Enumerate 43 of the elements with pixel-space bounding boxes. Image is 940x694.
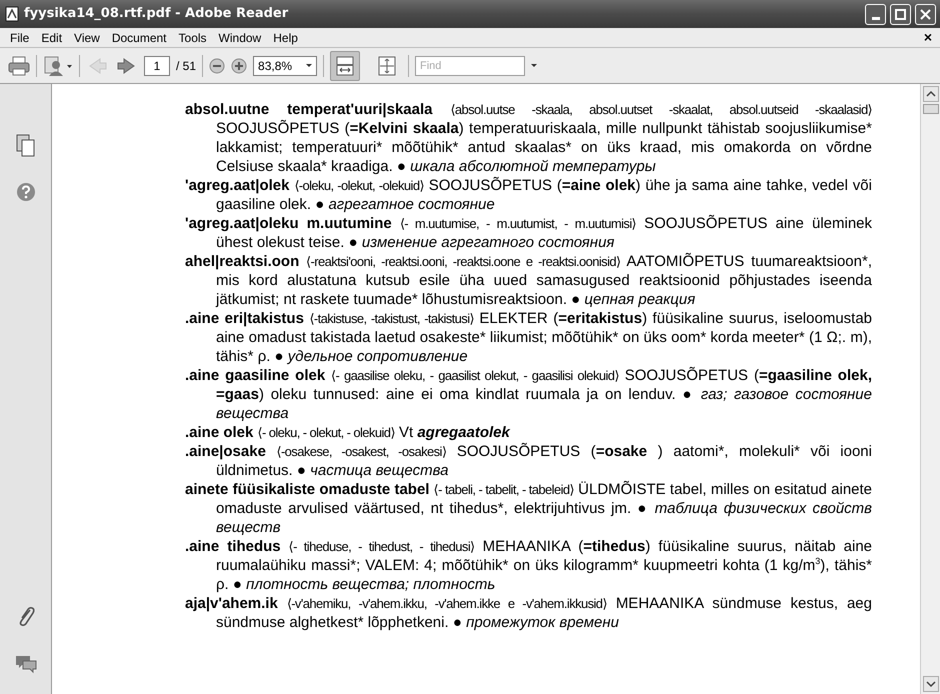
caret-icon xyxy=(306,64,312,67)
menu-item[interactable]: View xyxy=(68,28,106,46)
close-icon xyxy=(920,8,931,20)
help-icon[interactable] xyxy=(16,182,36,202)
close-document-button[interactable]: × xyxy=(920,27,936,48)
window-title: fyysika14_08.rtf.pdf - Adobe Reader xyxy=(24,5,290,24)
zoom-out-icon[interactable] xyxy=(209,58,226,74)
caret-icon[interactable] xyxy=(531,64,538,67)
fit-page-icon xyxy=(376,54,398,76)
dictionary-entry: 'agreg.aat|olek ⟨-oleku, -olekut, -olekuid⟩ SOOJUSÕPETUS (=aine olek) ühe ja sama aine tahke, vedel või gaasiline olek. ● агрегатное состояние xyxy=(185,176,872,214)
print-icon[interactable] xyxy=(8,54,30,76)
menu-item[interactable]: Window xyxy=(212,28,268,46)
maximize-button[interactable] xyxy=(890,4,911,24)
dictionary-entry: ainete füüsikaliste omaduste tabel ⟨- tabeli, - tabelit, - tabeleid⟩ ÜLDMÕISTE tabel, milles on esitatud ainete omaduste arvulised väärtused, nt tihedus*, elektrijuhtivus jm. ● таблица физических свойств веществ xyxy=(185,480,872,537)
page-count: / 51 xyxy=(176,58,196,74)
fit-width-button[interactable] xyxy=(330,50,360,80)
menu-item[interactable]: Help xyxy=(267,28,304,46)
menu-item[interactable]: File xyxy=(4,28,36,46)
comments-icon[interactable] xyxy=(14,654,38,674)
scroll-up-icon[interactable] xyxy=(922,86,938,102)
dictionary-entry: .aine eri|takistus ⟨-takistuse, -takistust, -takistusi⟩ ELEKTER (=eritakistus) füüsikaline suurus, iseloomustab aine omadust takistada laetud osakeste* liikumist; mõõtühik* on üks oom* korda meeter* (1 Ω;. m), tähis* ρ. ● удельное сопротивление xyxy=(185,309,872,366)
close-button[interactable] xyxy=(915,4,936,24)
page-number-field[interactable]: 1 xyxy=(144,56,170,76)
zoom-in-icon[interactable] xyxy=(231,58,248,74)
scrollbar[interactable] xyxy=(920,84,940,694)
pages-icon[interactable] xyxy=(16,134,36,158)
minimize-icon xyxy=(872,16,880,20)
people-icon[interactable] xyxy=(43,54,73,76)
document-icon xyxy=(4,6,20,22)
dictionary-entry: ahel|reaktsi.oon ⟨-reaktsi'ooni, -reaktsi.ooni, -reaktsi.oone e -reaktsi.oonisid⟩ AATOMIÕPETUS tuumareaktsioon*, mis kord alustatuna kutsub esile üha uued samasugused reaktsioonid põhjustades iseenda jätkumist; nt raskete tuumade* lõhustumisreaktsioon. ● цепная реакция xyxy=(185,252,872,309)
menu-item[interactable]: Edit xyxy=(35,28,68,46)
menu-item[interactable]: Document xyxy=(106,28,173,46)
dictionary-entry: .aine olek ⟨- oleku, - olekut, - olekuid⟩ Vt agregaatolek xyxy=(185,423,512,442)
dictionary-entry: aja|v'ahem.ik ⟨-v'ahemiku, -v'ahem.ikku, -v'ahem.ikke e -v'ahem.ikkusid⟩ MEHAANIKA sündmuse kestus, aeg sündmuse alghetkest* lõpphetkeni. ● промежуток времени xyxy=(185,594,872,632)
scroll-down-icon[interactable] xyxy=(922,676,938,692)
maximize-icon xyxy=(895,8,906,20)
menu-item[interactable]: Tools xyxy=(172,28,213,46)
dictionary-entry: absol.uutne temperat'uuri|skaala ⟨absol.uutse -skaala, absol.uutset -skaalat, absol.uutseid -skaalasid⟩ SOOJUSÕPETUS (=Kelvini skaala) temperatuuriskaala, mille nullpunkt tähistab soojusliikumise* lakkamist; temperatuuri* mõõtühik* antud skaalas* on üks kraad, mis omakorda on võrdne Celsiuse skaala* kraadiga. ● шкала абсолютной температуры xyxy=(185,100,872,176)
scroll-thumb[interactable] xyxy=(922,104,938,114)
zoom-field[interactable]: 83,8% xyxy=(253,56,318,76)
find-field[interactable]: Find xyxy=(415,56,526,76)
minimize-button[interactable] xyxy=(865,4,886,24)
fit-width-icon xyxy=(334,54,356,76)
